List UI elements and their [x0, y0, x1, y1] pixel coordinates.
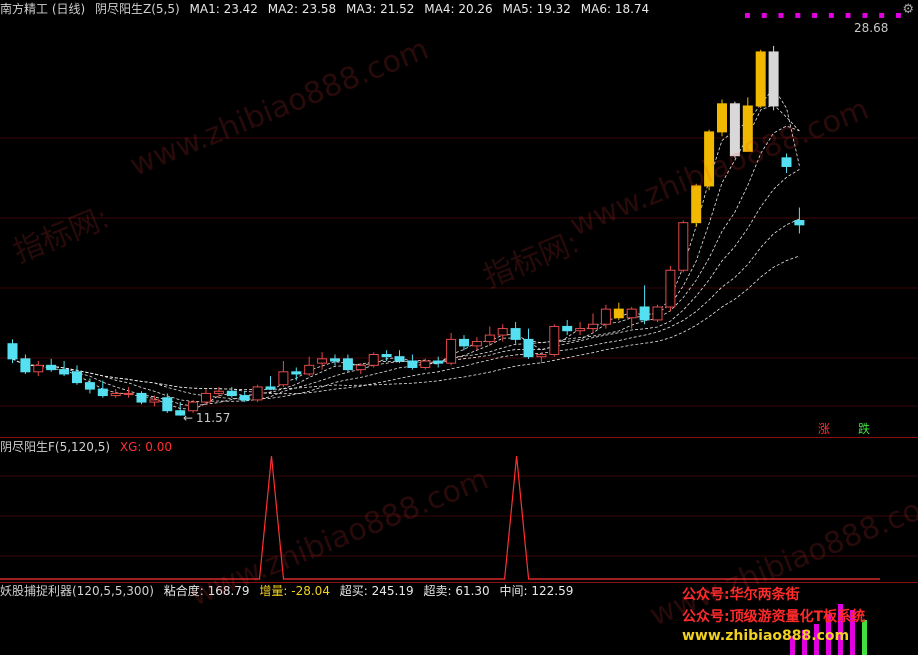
- promo-line-1: 公众号:华尔两条街: [682, 587, 800, 603]
- candle-body: [729, 103, 740, 157]
- candle-body: [330, 358, 340, 362]
- candle-body: [665, 269, 676, 308]
- candle-body: [265, 386, 276, 390]
- ma-line: [12, 255, 800, 391]
- candle-body: [20, 358, 31, 373]
- candle-body: [201, 392, 211, 403]
- candle-body: [291, 371, 302, 375]
- candle-body: [59, 369, 70, 375]
- ma4-value: MA4: 20.26: [424, 2, 493, 16]
- candle-body: [588, 323, 598, 330]
- candle-body: [97, 388, 108, 397]
- main-panel-header: 南方精工 (日线) 阴尽阳生Z(5,5) MA1: 23.42 MA2: 23.…: [0, 0, 655, 18]
- candle-body: [768, 51, 779, 107]
- candle-body: [252, 386, 263, 401]
- candle-body: [239, 395, 250, 401]
- candle-body: [639, 306, 650, 321]
- candle-body: [781, 157, 792, 167]
- candle-body: [742, 105, 753, 152]
- candle-body: [407, 360, 418, 368]
- chaomai2-value: 超卖: 61.30: [423, 584, 490, 598]
- candle-body: [33, 364, 44, 373]
- candle-body: [652, 306, 663, 321]
- candle-body: [510, 328, 521, 340]
- candle-body: [110, 392, 121, 397]
- signal-panel-header: 阴尽阳生F(5,120,5) XG: 0.00: [0, 438, 178, 456]
- zhongjian-value: 中间: 122.59: [499, 584, 574, 598]
- candle-body: [600, 308, 611, 325]
- candle-body: [459, 338, 469, 347]
- candle-body: [613, 308, 624, 319]
- xg-value: XG: 0.00: [119, 440, 173, 454]
- candle-body: [123, 392, 134, 395]
- candle-body: [433, 360, 444, 364]
- ma3-value: MA3: 21.52: [346, 2, 415, 16]
- candle-body: [342, 358, 353, 371]
- candle-body: [136, 392, 147, 403]
- candle-body: [213, 390, 224, 394]
- high-price-label: 28.68: [854, 21, 889, 35]
- demon-stock-panel-header: 妖股捕捉利器(120,5,5,300) 粘合度: 168.79 增量: -28.…: [0, 582, 579, 600]
- candle-body: [536, 354, 547, 358]
- ma5-value: MA5: 19.32: [502, 2, 571, 16]
- candle-body: [562, 325, 573, 332]
- candle-body: [704, 131, 715, 187]
- candle-body: [420, 360, 431, 368]
- zengliang-value: 增量: -28.04: [259, 584, 330, 598]
- candle-body: [446, 338, 457, 364]
- candle-body: [497, 328, 508, 336]
- nianhedu-value: 粘合度: 168.79: [163, 584, 250, 598]
- stock-title[interactable]: 南方精工 (日线): [0, 2, 85, 16]
- candle-body: [149, 399, 160, 403]
- candle-body: [691, 185, 702, 224]
- low-price-label: 11.57: [196, 411, 231, 425]
- indicator-name[interactable]: 阴尽阳生Z(5,5): [95, 2, 180, 16]
- candle-body: [188, 401, 199, 412]
- candle-body: [394, 356, 405, 362]
- candle-body: [381, 354, 392, 358]
- candle-body: [575, 328, 586, 332]
- candle-body: [84, 382, 95, 390]
- up-tag[interactable]: 涨: [818, 420, 830, 437]
- low-price-arrow-icon: ←: [183, 411, 194, 425]
- candle-body: [226, 390, 237, 397]
- candle-body: [7, 343, 18, 360]
- candle-body: [471, 341, 482, 347]
- candle-body: [678, 222, 689, 271]
- down-tag[interactable]: 跌: [858, 420, 870, 437]
- ma2-value: MA2: 23.58: [267, 2, 337, 16]
- demon-indicator-name[interactable]: 妖股捕捉利器(120,5,5,300): [0, 584, 154, 598]
- candle-body: [46, 364, 57, 371]
- candlestick-chart[interactable]: [0, 18, 918, 438]
- candle-body: [794, 220, 805, 226]
- candle-body: [626, 308, 637, 319]
- candle-body: [368, 354, 379, 366]
- signal-indicator-name[interactable]: 阴尽阳生F(5,120,5): [0, 440, 110, 454]
- candle-body: [304, 364, 315, 375]
- ma1-value: MA1: 23.42: [189, 2, 258, 16]
- promo-line-2: 公众号:顶级游资量化T板系统: [682, 609, 866, 625]
- candle-body: [755, 51, 766, 107]
- candle-body: [317, 358, 328, 364]
- ma-line: [12, 169, 800, 400]
- candle-body: [523, 338, 534, 358]
- candle-body: [355, 364, 366, 371]
- candle-body: [549, 325, 560, 356]
- candle-body: [484, 334, 495, 343]
- promo-line-3: www.zhibiao888.com: [682, 628, 850, 644]
- candle-body: [162, 397, 173, 412]
- candle-body: [72, 371, 82, 384]
- candle-body: [717, 103, 727, 133]
- chaomai-value: 超买: 245.19: [339, 584, 414, 598]
- ma6-value: MA6: 18.74: [580, 2, 650, 16]
- xg-signal-line: [0, 456, 880, 580]
- signal-chart[interactable]: [0, 456, 918, 582]
- candle-body: [278, 371, 289, 386]
